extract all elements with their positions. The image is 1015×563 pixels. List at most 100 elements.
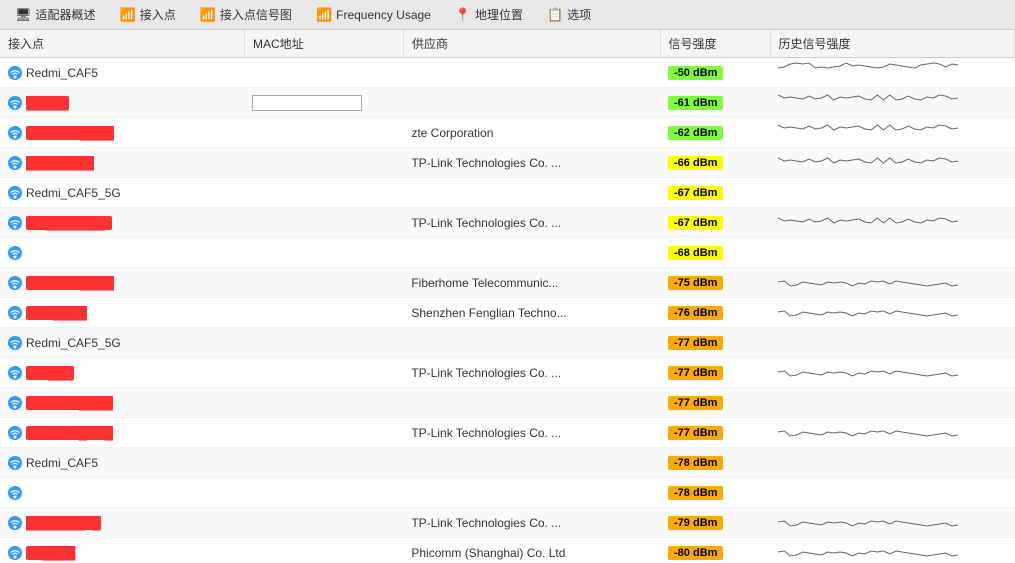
sparkline-chart [778,451,958,471]
col-header-signal: 信号强度 [660,30,770,58]
signal-history-cell [770,538,1014,563]
sparkline-chart [778,241,958,261]
nav-freq[interactable]: 📶 Frequency Usage [305,3,442,27]
table-row: -68 dBm [0,238,1015,268]
vendor-cell [403,58,660,88]
col-header-ap: 接入点 [0,30,244,58]
signal-strength-cell: -61 dBm [660,88,770,118]
ap-ssid: TP-███████F [26,216,112,230]
signal-history-cell [770,58,1014,88]
ap-name-cell: Redmi_CAF5_5G [8,186,236,200]
mac-address-cell [244,418,403,448]
vendor-cell: Phicomm (Shanghai) Co. Ltd [403,538,660,563]
table-row: Redmi_CAF5_5G -67 dBm [0,178,1015,208]
signal-history-cell [770,268,1014,298]
vendor-cell [403,88,660,118]
ap-icon: 📶 [120,7,136,23]
ap-ssid: TP-LINK_█DC█ [26,426,113,440]
ap-wifi-icon [8,216,22,230]
sparkline-chart [778,361,958,381]
vendor-cell [403,238,660,268]
ap-wifi-icon [8,486,22,500]
signal-strength-cell: -68 dBm [660,238,770,268]
sparkline-chart [778,331,958,351]
ap-ssid: Redmi_CAF5 [26,456,98,470]
signal-badge: -67 dBm [668,186,723,200]
vendor-cell [403,178,660,208]
mac-address-cell [244,238,403,268]
table-row: Redmi_CAF5 -50 dBm [0,58,1015,88]
col-header-vendor: 供应商 [403,30,660,58]
ap-name-cell: Redmi_CAF5 [8,456,236,470]
ap-name-cell: ████████ [8,156,236,170]
ap-ssid: ChinaNet-████ [26,126,114,140]
table-row: ChinaNet-████Fiberhome Telecommunic...-7… [0,268,1015,298]
nav-geo[interactable]: 📍 地理位置 [444,2,534,27]
signal-strength-cell: -79 dBm [660,508,770,538]
signal-badge: -68 dBm [668,246,723,260]
sparkline-chart [778,181,958,201]
ap-ssid: ███████9█ [26,516,101,530]
ap-name-cell: TP-LINK_████ [8,396,236,410]
ap-name-cell: Redmi_CAF5 [8,66,236,80]
nav-options-label: 选项 [567,6,591,23]
nav-options[interactable]: 📋 选项 [536,2,602,27]
table-header-row: 接入点 MAC地址 供应商 信号强度 历史信号强度 [0,30,1015,58]
signal-strength-cell: -80 dBm [660,538,770,563]
ap-wifi-icon [8,366,22,380]
signal-history-cell [770,88,1014,118]
ap-ssid: 1588████ [26,306,87,320]
nav-ap-signal[interactable]: 📶 接入点信号图 [189,2,303,27]
ap-name-cell: 1C2███ [8,366,236,380]
vendor-cell: TP-Link Technologies Co. ... [403,208,660,238]
overview-icon: 🖥 [15,7,32,23]
sparkline-chart [778,391,958,411]
vendor-cell: Fiberhome Telecommunic... [403,268,660,298]
ap-ssid: TP-LINK_████ [26,396,113,410]
signal-strength-cell: -77 dBm [660,388,770,418]
nav-ap[interactable]: 📶 接入点 [109,2,187,27]
ap-wifi-icon [8,516,22,530]
nav-ap-signal-label: 接入点信号图 [220,6,292,23]
vendor-cell [403,448,660,478]
mac-address-cell [244,178,403,208]
ap-name-cell [8,246,236,260]
signal-history-cell [770,508,1014,538]
ap-ssid: ████████ [26,156,94,170]
col-header-mac: MAC地址 [244,30,403,58]
ap-wifi-icon [8,246,22,260]
ap-name-cell: ███████9█ [8,516,236,530]
ap-name-cell: TP-███████F [8,216,236,230]
ap-name-cell: TP-LINK_█DC█ [8,426,236,440]
ap-wifi-icon [8,426,22,440]
ap-wifi-icon [8,336,22,350]
mac-address-cell [244,58,403,88]
signal-strength-cell: -62 dBm [660,118,770,148]
ap-wifi-icon [8,276,22,290]
vendor-cell: TP-Link Technologies Co. ... [403,418,660,448]
sparkline-chart [778,91,958,111]
signal-history-cell [770,358,1014,388]
ap-name-cell: ChinaNet-████ [8,126,236,140]
signal-badge: -77 dBm [668,336,723,350]
ap-wifi-icon [8,396,22,410]
signal-strength-cell: -77 dBm [660,358,770,388]
table-row: █████-61 dBm [0,88,1015,118]
signal-history-cell [770,388,1014,418]
sparkline-chart [778,421,958,441]
ap-wifi-icon [8,126,22,140]
mac-address-cell [244,508,403,538]
signal-strength-cell: -50 dBm [660,58,770,88]
ap-name-cell: Redmi_CAF5_5G [8,336,236,350]
mac-address-cell [244,298,403,328]
signal-strength-cell: -78 dBm [660,448,770,478]
ap-ssid: Redmi_CAF5_5G [26,186,121,200]
table-row: Redmi_CAF5 -78 dBm [0,448,1015,478]
vendor-cell [403,328,660,358]
nav-overview[interactable]: 🖥 适配器概述 [4,2,107,27]
nav-overview-label: 适配器概述 [36,6,96,23]
ap-ssid: ChinaNet-████ [26,276,114,290]
mac-input-field[interactable] [252,95,362,111]
ap-signal-icon: 📶 [200,7,216,23]
mac-address-cell [244,118,403,148]
